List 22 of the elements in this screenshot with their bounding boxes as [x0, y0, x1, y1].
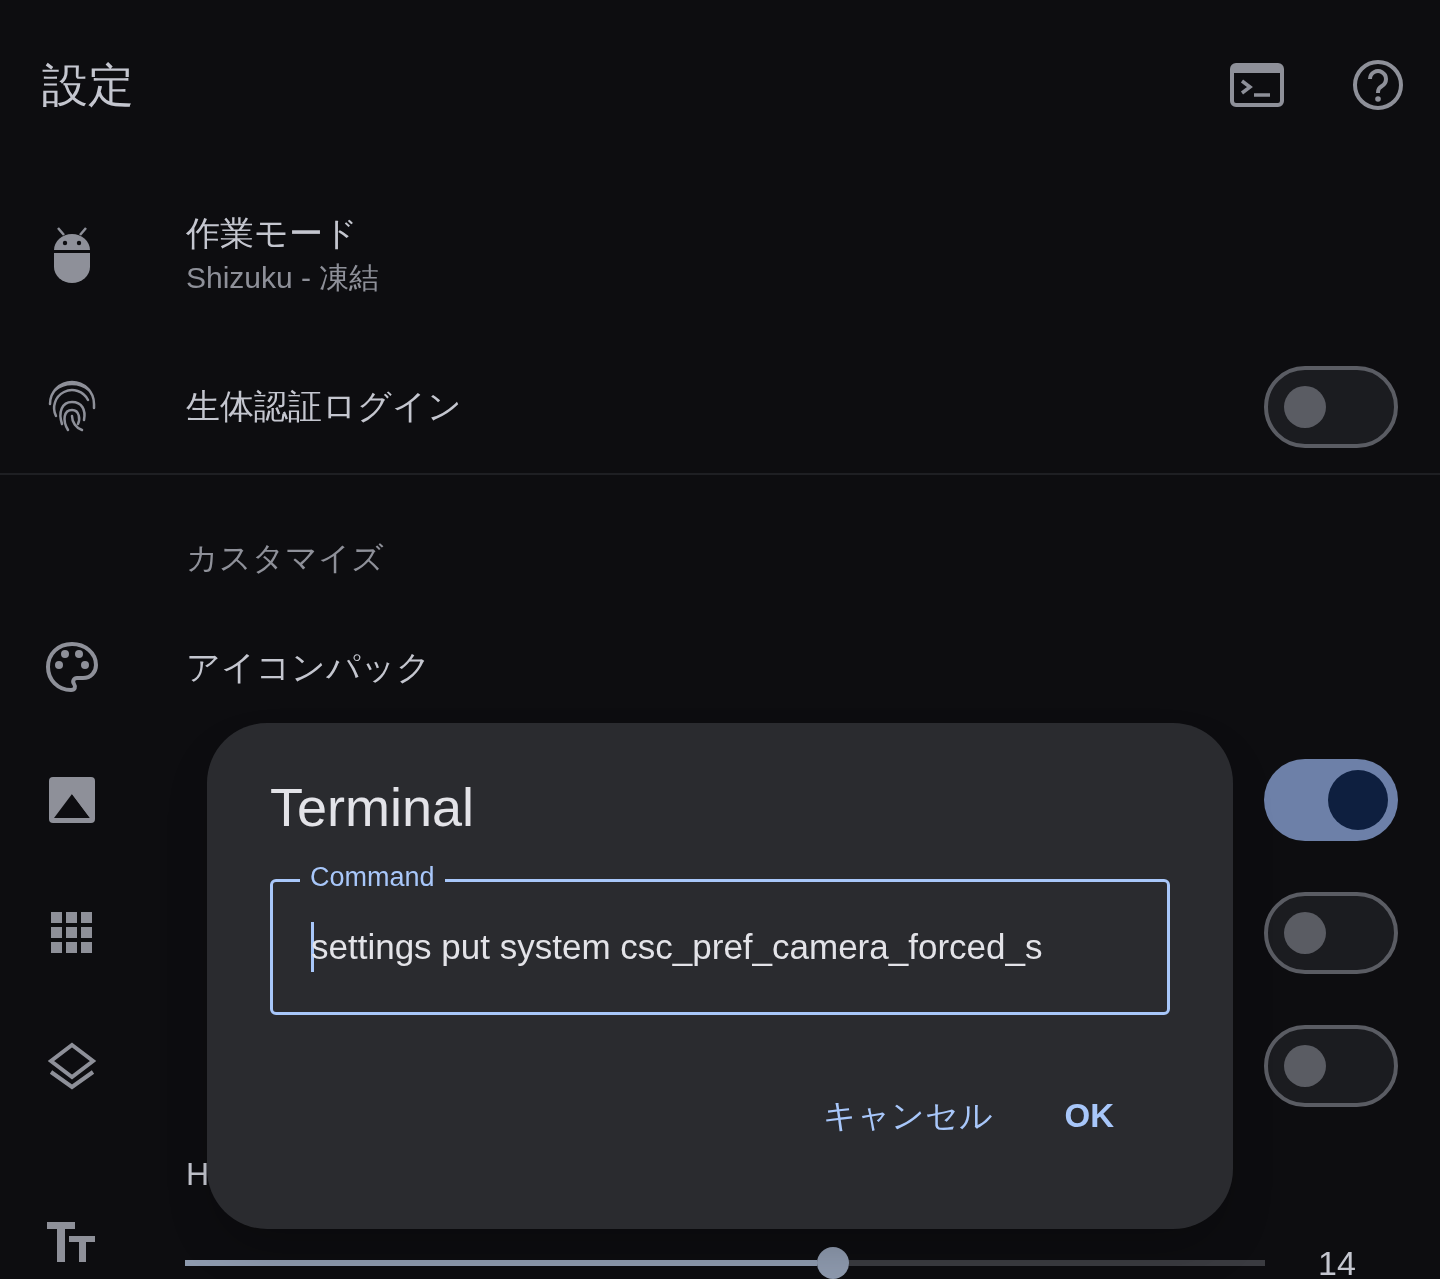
slider-fill[interactable] — [185, 1260, 817, 1266]
cancel-button[interactable]: キャンセル — [822, 1091, 993, 1141]
text-size-icon — [47, 1222, 97, 1262]
setting-title[interactable]: 生体認証ログイン — [186, 381, 462, 432]
slider-value: 14 — [1318, 1246, 1356, 1279]
layers-icon — [47, 1041, 97, 1090]
dialog-title: Terminal — [270, 776, 475, 839]
palette-icon — [45, 641, 99, 693]
setting-title[interactable]: アイコンパック — [186, 644, 431, 690]
fingerprint-icon — [47, 379, 97, 434]
image-icon — [48, 775, 96, 824]
help-icon[interactable] — [1352, 59, 1404, 111]
section-header: カスタマイズ — [186, 539, 384, 578]
grid-icon — [51, 911, 93, 954]
setting-subtitle: Shizuku - 凍結 — [186, 260, 380, 296]
android-icon — [52, 226, 92, 284]
page-title: 設定 — [42, 57, 134, 113]
section-header: H — [186, 1155, 210, 1194]
setting-title[interactable]: 作業モード — [186, 210, 380, 256]
slider-thumb[interactable] — [817, 1247, 849, 1279]
ok-button[interactable]: OK — [1064, 1091, 1114, 1141]
terminal-icon[interactable] — [1230, 63, 1284, 107]
